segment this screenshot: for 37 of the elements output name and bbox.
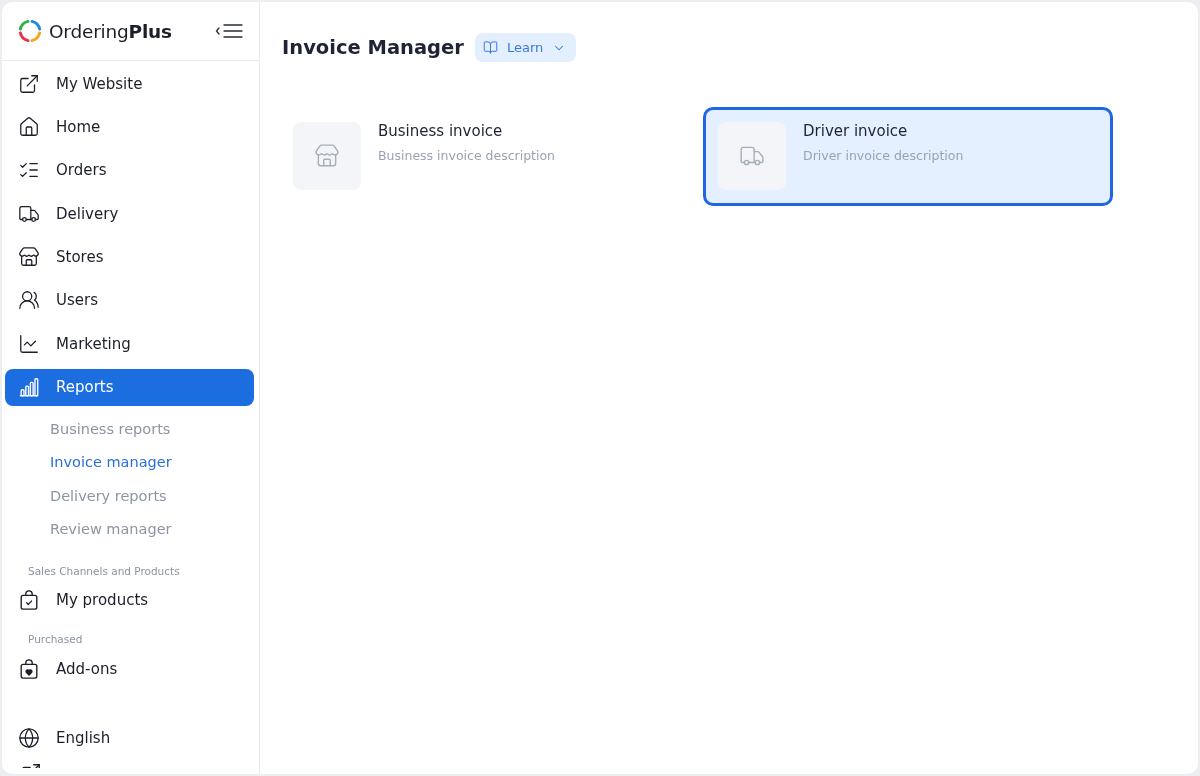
- nav-item[interactable]: Stores: [5, 238, 254, 276]
- book-icon: [482, 40, 498, 55]
- collapse-menu-icon[interactable]: [215, 23, 243, 39]
- card-title: Driver invoice: [803, 122, 909, 140]
- bag-heart-icon: [18, 657, 40, 680]
- nav-item[interactable]: Marketing: [5, 325, 254, 363]
- nav-item[interactable]: Orders: [5, 151, 254, 189]
- section-heading: Sales Channels and Products: [28, 564, 180, 578]
- card-description: Business invoice description: [378, 148, 556, 163]
- learn-button[interactable]: Learn: [474, 33, 577, 62]
- truck-icon: [718, 122, 786, 190]
- nav-item[interactable]: Add-ons: [5, 650, 254, 688]
- page-title: Invoice Manager: [282, 36, 464, 59]
- invoice-card[interactable]: Driver invoice Driver invoice description: [703, 107, 1113, 206]
- users-icon: [18, 289, 40, 312]
- store-icon: [293, 122, 361, 190]
- external-link-icon: [20, 762, 42, 769]
- nav-item[interactable]: Delivery: [5, 195, 254, 233]
- nav-item[interactable]: My Website: [5, 65, 254, 102]
- card-description: Driver invoice description: [803, 148, 964, 163]
- nav-item[interactable]: My products: [5, 581, 254, 619]
- sub-nav-item[interactable]: Invoice manager: [50, 445, 172, 480]
- language-selector[interactable]: English: [5, 719, 254, 757]
- nav-item[interactable]: Users: [5, 281, 254, 319]
- nav-item[interactable]: Reports: [5, 368, 254, 406]
- logo-icon: [17, 18, 43, 44]
- bar-chart-icon: [18, 376, 40, 399]
- line-chart-icon: [18, 332, 40, 355]
- bag-check-icon: [18, 589, 40, 612]
- nav-item[interactable]: Home: [5, 108, 254, 146]
- external-link-icon: [18, 72, 40, 95]
- home-icon: [18, 115, 40, 138]
- globe-icon: [18, 726, 40, 749]
- section-heading: Purchased: [28, 633, 83, 647]
- logo-text: OrderingPlus: [49, 20, 172, 42]
- card-title: Business invoice: [378, 122, 504, 140]
- store-icon: [18, 246, 40, 269]
